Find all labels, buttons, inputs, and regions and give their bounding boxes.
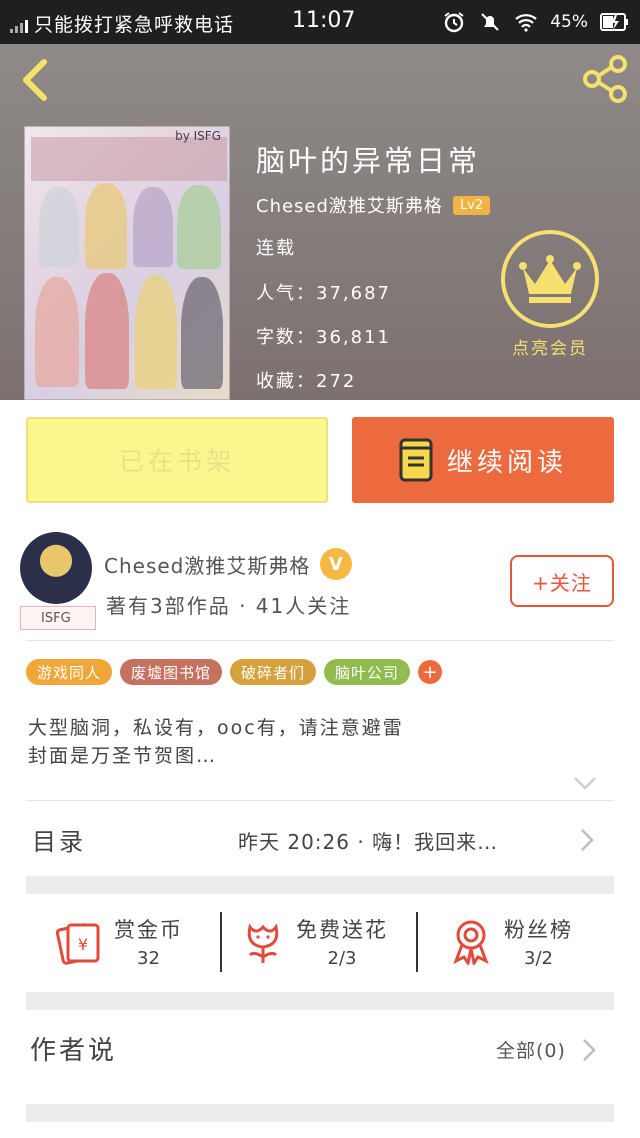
author-card-name[interactable]: Chesed激推艾斯弗格 V [104, 548, 353, 580]
tag-item[interactable]: 脑叶公司 [324, 659, 411, 685]
stat-label: 赏金币 [114, 918, 183, 942]
toc-title[interactable]: 目录 [32, 822, 86, 857]
verified-badge-icon: V [320, 548, 353, 580]
battery-charging-icon [600, 13, 628, 31]
carrier-text: 只能拨打紧急呼救电话 [34, 14, 235, 36]
tag-item[interactable]: 游戏同人 [26, 659, 113, 685]
book-cover[interactable]: by ISFG [24, 126, 230, 400]
author-card-name-text: Chesed激推艾斯弗格 [104, 553, 311, 578]
divider [26, 640, 614, 641]
cover-figure [85, 183, 127, 269]
status-left: 只能拨打紧急呼救电话 [10, 10, 234, 37]
stat-value: 32 [137, 948, 160, 969]
serial-status: 连载 [256, 238, 296, 259]
status-bar: 只能拨打紧急呼救电话 11:07 45% [0, 0, 640, 44]
status-right: 45% [442, 10, 630, 34]
toc-latest-chapter[interactable]: 昨天 20:26 · 嗨！我回来… [238, 826, 498, 855]
book-header: by ISFG 脑叶的异常日常 Chesed激推艾斯弗格 Lv2 连载 人气：3… [0, 44, 640, 400]
cover-figure [133, 187, 173, 267]
divider [26, 800, 614, 801]
book-icon [399, 438, 433, 482]
vertical-divider [416, 912, 418, 972]
level-badge: Lv2 [452, 195, 491, 215]
svg-text:¥: ¥ [78, 935, 88, 954]
vip-label: 点亮会员 [512, 339, 588, 359]
stat-value: 3/2 [524, 948, 553, 969]
crown-icon [519, 255, 581, 303]
stat-label: 粉丝榜 [504, 918, 573, 942]
flower-icon [247, 922, 279, 963]
follow-button[interactable]: +关注 [510, 555, 614, 607]
cover-figure [39, 187, 79, 267]
stat-text: 粉丝榜 3/2 [504, 914, 573, 969]
in-shelf-button[interactable]: 已在书架 [26, 417, 328, 503]
status-time: 11:07 [292, 8, 356, 33]
vip-circle [501, 230, 599, 328]
tag-list: 游戏同人 废墟图书馆 破碎者们 脑叶公司 + [26, 659, 443, 685]
cover-figure [177, 185, 221, 269]
chevron-down-icon[interactable] [572, 774, 598, 792]
cover-figure [85, 273, 129, 389]
wifi-icon [515, 14, 537, 32]
avatar-tag: ISFG [20, 606, 96, 630]
stat-label: 免费送花 [296, 918, 388, 942]
stat-text: 免费送花 2/3 [296, 914, 388, 969]
tag-item[interactable]: 破碎者们 [230, 659, 317, 685]
fan-ranking[interactable]: 粉丝榜 3/2 [450, 914, 573, 969]
reward-coins[interactable]: ¥ 赏金币 32 [56, 914, 183, 969]
author-name[interactable]: Chesed激推艾斯弗格 [256, 192, 443, 218]
description-line: 大型脑洞，私设有，ooc有，请注意避雷 [28, 717, 404, 739]
red-envelope-icon: ¥ [56, 922, 100, 965]
author-says-title: 作者说 [30, 1036, 118, 1066]
cover-figure [135, 275, 177, 389]
chevron-right-icon[interactable] [582, 1038, 596, 1062]
continue-reading-button[interactable]: 继续阅读 [352, 417, 614, 503]
popularity: 人气：37,687 [256, 283, 391, 304]
vip-button[interactable]: 点亮会员 [500, 230, 600, 359]
author-line: Chesed激推艾斯弗格 Lv2 [256, 192, 491, 218]
cover-signature: by ISFG [175, 129, 221, 143]
alarm-icon [444, 12, 464, 33]
stat-value: 2/3 [327, 948, 357, 969]
tag-item[interactable]: 废墟图书馆 [120, 659, 223, 685]
section-gap [26, 992, 614, 1010]
free-flowers[interactable]: 免费送花 2/3 [242, 914, 388, 969]
author-avatar[interactable] [20, 532, 92, 604]
signal-icon [10, 15, 28, 33]
vertical-divider [220, 912, 222, 972]
favorites-count: 收藏：272 [256, 371, 357, 392]
book-title: 脑叶的异常日常 [256, 144, 481, 178]
cover-figure [181, 277, 223, 389]
section-gap [26, 876, 614, 894]
section-gap [26, 1104, 614, 1122]
continue-reading-label: 继续阅读 [446, 447, 567, 478]
add-tag-button[interactable]: + [418, 660, 443, 684]
mute-icon [481, 13, 499, 31]
author-stats: 著有3部作品 · 41人关注 [106, 594, 352, 618]
cover-banner [31, 137, 227, 181]
word-count: 字数：36,811 [256, 327, 391, 348]
chevron-right-icon[interactable] [580, 828, 594, 852]
share-icon[interactable] [580, 54, 630, 104]
ribbon-icon [453, 920, 489, 965]
cover-figure [35, 277, 79, 387]
stat-text: 赏金币 32 [114, 914, 183, 969]
battery-text: 45% [550, 12, 588, 32]
book-description: 大型脑洞，私设有，ooc有，请注意避雷 封面是万圣节贺图… [28, 714, 404, 770]
back-icon[interactable] [16, 58, 52, 102]
author-says-all-link[interactable]: 全部(0) [496, 1036, 566, 1063]
description-line: 封面是万圣节贺图… [28, 745, 218, 767]
